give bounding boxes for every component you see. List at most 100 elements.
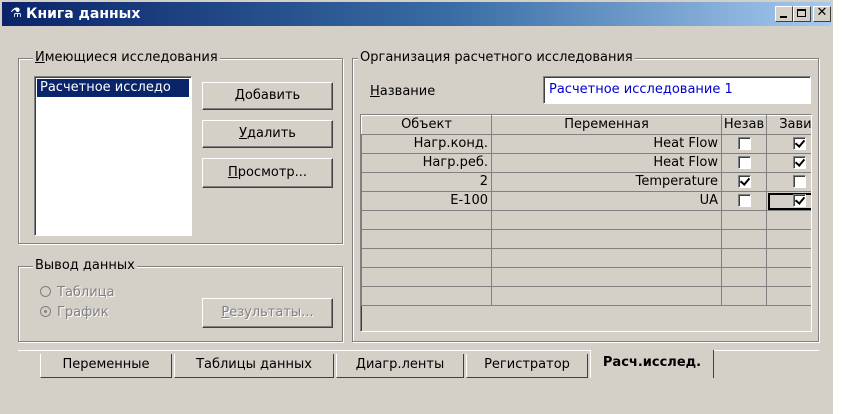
empty-cell[interactable] [361,248,492,268]
empty-cell[interactable] [361,286,492,306]
table-row[interactable]: Нагр.реб. Heat Flow [361,153,811,173]
independent-checkbox[interactable] [737,156,751,169]
tab-label: Переменные [62,357,150,372]
empty-cell[interactable] [361,210,492,230]
column-header[interactable]: Завис [766,115,811,135]
empty-cell[interactable] [721,229,767,249]
independent-checkbox[interactable] [737,137,751,150]
dependent-checkbox-cell[interactable] [766,134,811,154]
variable-cell[interactable]: Heat Flow [491,134,722,154]
empty-table-row[interactable] [361,229,811,249]
independent-checkbox-cell[interactable] [721,191,767,211]
independent-checkbox-cell[interactable] [721,172,767,192]
studies-group-legend: Имеющиеся исследования [33,50,220,65]
variable-cell[interactable]: UA [491,191,722,211]
tab-5[interactable]: Расч.исслед. [590,350,714,378]
minimize-button[interactable] [775,6,793,22]
empty-cell[interactable] [766,267,811,287]
add-button[interactable]: Добавить [202,82,333,110]
tab-4[interactable]: Регистратор [466,354,588,378]
variable-cell[interactable]: Temperature [491,172,722,192]
table-row[interactable]: E-100 UA [361,191,811,211]
empty-cell[interactable] [721,248,767,268]
dependent-checkbox-cell[interactable] [766,172,811,192]
studies-list[interactable]: Расчетное исследо [34,76,192,236]
empty-cell[interactable] [361,267,492,287]
radio-graph[interactable]: График [40,305,109,321]
independent-checkbox-cell[interactable] [721,153,767,173]
tab-label: Диагр.ленты [355,357,445,372]
empty-cell[interactable] [766,248,811,268]
empty-cell[interactable] [491,248,722,268]
column-header[interactable]: Переменная [491,115,722,135]
organization-group-legend: Организация расчетного исследования [358,50,635,65]
variables-grid[interactable]: ОбъектПеременнаяНезавЗависНагр.конд.Heat… [360,114,812,332]
empty-cell[interactable] [491,210,722,230]
dependent-checkbox[interactable] [792,194,806,207]
view-button[interactable]: Просмотр... [202,158,333,188]
object-cell[interactable]: 2 [361,172,492,192]
empty-cell[interactable] [766,210,811,230]
data-book-window: ⚗ Книга данных ✕ Имеющиеся исследования … [0,0,833,414]
table-header-row: ОбъектПеременнаяНезавЗавис [361,115,811,135]
close-icon: ✕ [816,5,828,20]
delete-button[interactable]: Удалить [202,120,333,148]
tab-2[interactable]: Таблицы данных [174,354,334,378]
empty-table-row[interactable] [361,267,811,287]
table-row[interactable]: Нагр.конд. Heat Flow [361,134,811,154]
radio-table[interactable]: Таблица [40,285,115,301]
studies-group-legend-text: Имеющиеся исследования [35,50,218,65]
results-button[interactable]: Результаты... [202,298,333,328]
dependent-checkbox-cell[interactable] [766,191,811,211]
window-title: Книга данных [26,6,141,22]
object-cell[interactable]: Нагр.конд. [361,134,492,154]
list-item-label: Расчетное исследо [40,80,171,95]
tab-label: Таблицы данных [196,357,312,372]
independent-checkbox[interactable] [737,175,751,188]
empty-table-row[interactable] [361,248,811,268]
empty-cell[interactable] [766,229,811,249]
add-button-label: Добавить [234,88,301,103]
flask-icon: ⚗ [10,6,22,21]
empty-table-row[interactable] [361,210,811,230]
column-header[interactable]: Незав [721,115,767,135]
maximize-button[interactable] [793,6,811,22]
tab-1[interactable]: Переменные [40,354,172,378]
tab-3[interactable]: Диагр.ленты [336,354,464,378]
empty-cell[interactable] [361,229,492,249]
variable-cell[interactable]: Heat Flow [491,153,722,173]
empty-cell[interactable] [721,267,767,287]
empty-cell[interactable] [721,286,767,306]
object-cell[interactable]: E-100 [361,191,492,211]
independent-checkbox[interactable] [737,194,751,207]
dependent-checkbox[interactable] [792,137,806,150]
name-label: Название [370,84,436,99]
table-row[interactable]: 2 Temperature [361,172,811,192]
delete-button-label: Удалить [239,126,296,141]
dependent-checkbox[interactable] [792,156,806,169]
study-name-field[interactable]: Расчетное исследование 1 [543,76,811,104]
title-bar[interactable]: ⚗ Книга данных ✕ [2,2,831,26]
empty-table-row[interactable] [361,286,811,306]
minimize-icon [780,16,787,18]
variables-table: ОбъектПеременнаяНезавЗависНагр.конд.Heat… [361,115,811,306]
maximize-icon [797,9,806,17]
empty-cell[interactable] [766,286,811,306]
output-group-legend: Вывод данных [33,258,137,273]
tab-label: Расч.исслед. [602,355,702,370]
list-item[interactable]: Расчетное исследо [37,79,189,97]
empty-cell[interactable] [491,286,722,306]
independent-checkbox-cell[interactable] [721,134,767,154]
dependent-checkbox-cell[interactable] [766,153,811,173]
object-cell[interactable]: Нагр.реб. [361,153,492,173]
empty-cell[interactable] [491,267,722,287]
empty-cell[interactable] [721,210,767,230]
column-header[interactable]: Объект [361,115,492,135]
close-button[interactable]: ✕ [813,6,831,22]
radio-circle-table [40,286,51,297]
radio-table-label: Таблица [57,285,115,300]
results-button-label: Результаты... [221,305,314,320]
dependent-checkbox[interactable] [792,175,806,188]
tab-label: Регистратор [484,357,570,372]
empty-cell[interactable] [491,229,722,249]
